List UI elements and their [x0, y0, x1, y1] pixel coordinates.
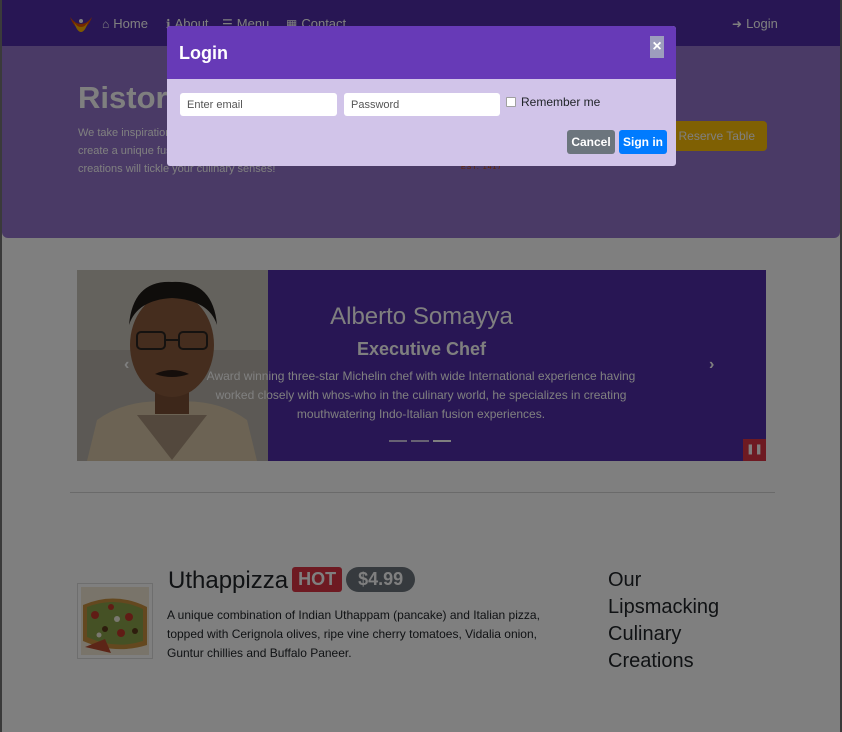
remember-me[interactable]: Remember me [506, 95, 600, 109]
modal-title: Login [179, 43, 228, 63]
remember-checkbox[interactable] [506, 97, 516, 107]
email-field[interactable] [180, 93, 337, 116]
close-icon[interactable]: × [650, 36, 664, 58]
remember-label: Remember me [521, 95, 601, 109]
window-edge-left [0, 0, 2, 732]
password-field[interactable] [344, 93, 500, 116]
login-modal: Login × Remember me Cancel Sign in [167, 26, 676, 166]
sign-in-button[interactable]: Sign in [619, 130, 667, 154]
cancel-button[interactable]: Cancel [567, 130, 615, 154]
modal-header: Login × [167, 26, 676, 79]
